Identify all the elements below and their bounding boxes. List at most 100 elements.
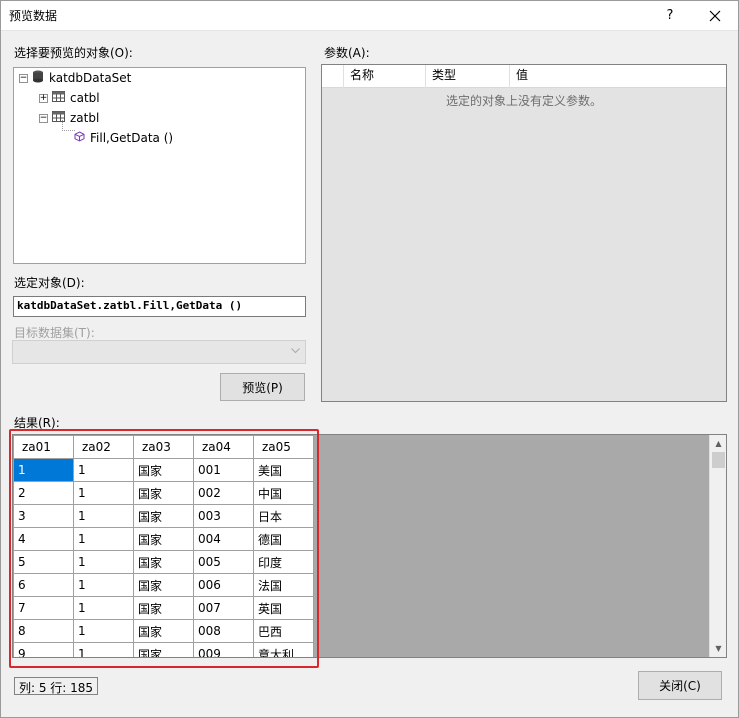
- table-row[interactable]: 1 1 国家 001 美国: [13, 458, 314, 482]
- table-cell[interactable]: 1: [13, 458, 74, 482]
- table-cell[interactable]: 1: [73, 481, 134, 505]
- expand-icon[interactable]: +: [39, 93, 48, 103]
- param-col-value[interactable]: 值: [510, 65, 726, 88]
- table-cell[interactable]: 003: [193, 504, 254, 528]
- title-bar: 预览数据 ?: [0, 0, 739, 31]
- scroll-up-icon[interactable]: ▲: [710, 435, 726, 452]
- tree-root-label: katdbDataSet: [49, 71, 132, 85]
- table-cell[interactable]: 009: [193, 642, 254, 657]
- table-cell[interactable]: 中国: [253, 481, 314, 505]
- tree-item-label: catbl: [70, 91, 100, 105]
- table-cell[interactable]: 002: [193, 481, 254, 505]
- table-cell[interactable]: 005: [193, 550, 254, 574]
- results-label: 结果(R):: [14, 416, 60, 430]
- column-header[interactable]: za01: [13, 435, 74, 459]
- target-dataset-label: 目标数据集(T):: [14, 326, 95, 340]
- collapse-icon[interactable]: −: [39, 113, 48, 123]
- results-table[interactable]: za01 za02 za03 za04 za05 1 1 国家 001 美国 2 1 国家 00…: [13, 435, 314, 657]
- table-cell[interactable]: 5: [13, 550, 74, 574]
- table-cell[interactable]: 日本: [253, 504, 314, 528]
- object-tree[interactable]: − katdbDataSet + catbl − zatbl Fill,GetD…: [13, 67, 306, 264]
- tree-node-root[interactable]: − katdbDataSet: [19, 69, 131, 87]
- selected-object-field[interactable]: katdbDataSet.zatbl.Fill,GetData (): [13, 296, 306, 317]
- table-cell[interactable]: 国家: [133, 619, 194, 643]
- table-cell[interactable]: 007: [193, 596, 254, 620]
- table-cell[interactable]: 001: [193, 458, 254, 482]
- table-cell[interactable]: 国家: [133, 504, 194, 528]
- tree-item-label: Fill,GetData (): [90, 131, 174, 145]
- param-col-type[interactable]: 类型: [426, 65, 510, 88]
- preview-button[interactable]: 预览(P): [220, 373, 305, 401]
- column-header[interactable]: za02: [73, 435, 134, 459]
- table-row[interactable]: 7 1 国家 007 英国: [13, 596, 314, 620]
- selected-object-label: 选定对象(D):: [14, 276, 85, 290]
- chevron-down-icon: [291, 346, 300, 357]
- parameters-label: 参数(A):: [324, 46, 370, 60]
- table-row[interactable]: 9 1 国家 009 意大利: [13, 642, 314, 657]
- table-cell[interactable]: 004: [193, 527, 254, 551]
- table-cell[interactable]: 国家: [133, 458, 194, 482]
- table-cell[interactable]: 1: [73, 642, 134, 657]
- table-cell[interactable]: 1: [73, 504, 134, 528]
- help-button[interactable]: ?: [655, 0, 685, 31]
- table-cell[interactable]: 1: [73, 619, 134, 643]
- table-cell[interactable]: 德国: [253, 527, 314, 551]
- tree-node-catbl[interactable]: + catbl: [39, 89, 100, 107]
- table-cell[interactable]: 法国: [253, 573, 314, 597]
- table-cell[interactable]: 1: [73, 458, 134, 482]
- table-cell[interactable]: 3: [13, 504, 74, 528]
- scroll-down-icon[interactable]: ▼: [710, 640, 726, 657]
- object-picker-label: 选择要预览的对象(O):: [14, 46, 133, 60]
- table-cell[interactable]: 国家: [133, 642, 194, 657]
- close-button[interactable]: 关闭(C): [638, 671, 722, 700]
- column-header[interactable]: za03: [133, 435, 194, 459]
- table-cell[interactable]: 国家: [133, 550, 194, 574]
- table-cell[interactable]: 8: [13, 619, 74, 643]
- vertical-scrollbar[interactable]: ▲ ▼: [709, 435, 726, 657]
- column-header[interactable]: za04: [193, 435, 254, 459]
- table-cell[interactable]: 008: [193, 619, 254, 643]
- table-row[interactable]: 6 1 国家 006 法国: [13, 573, 314, 597]
- table-cell[interactable]: 1: [73, 550, 134, 574]
- table-cell[interactable]: 1: [73, 573, 134, 597]
- table-cell[interactable]: 国家: [133, 527, 194, 551]
- table-cell[interactable]: 1: [73, 596, 134, 620]
- table-cell[interactable]: 美国: [253, 458, 314, 482]
- table-cell[interactable]: 印度: [253, 550, 314, 574]
- scroll-thumb[interactable]: [712, 452, 725, 468]
- table-cell[interactable]: 2: [13, 481, 74, 505]
- tree-node-fill-getdata[interactable]: Fill,GetData (): [74, 129, 173, 147]
- target-dataset-select[interactable]: [12, 340, 306, 364]
- table-cell[interactable]: 1: [73, 527, 134, 551]
- window-title: 预览数据: [9, 9, 58, 23]
- table-row[interactable]: 3 1 国家 003 日本: [13, 504, 314, 528]
- table-icon: [52, 91, 65, 105]
- close-icon[interactable]: [700, 0, 730, 31]
- param-col-name[interactable]: 名称: [344, 65, 426, 88]
- column-header[interactable]: za05: [253, 435, 314, 459]
- table-cell[interactable]: 巴西: [253, 619, 314, 643]
- table-cell[interactable]: 英国: [253, 596, 314, 620]
- results-grid[interactable]: za01 za02 za03 za04 za05 1 1 国家 001 美国 2 1 国家 00…: [12, 434, 727, 658]
- table-cell[interactable]: 国家: [133, 573, 194, 597]
- parameters-header: 名称 类型 值: [322, 65, 726, 88]
- table-cell[interactable]: 4: [13, 527, 74, 551]
- table-row[interactable]: 8 1 国家 008 巴西: [13, 619, 314, 643]
- method-icon: [74, 131, 85, 145]
- table-cell[interactable]: 7: [13, 596, 74, 620]
- table-cell[interactable]: 国家: [133, 481, 194, 505]
- table-row[interactable]: 4 1 国家 004 德国: [13, 527, 314, 551]
- results-header-row: za01 za02 za03 za04 za05: [13, 435, 314, 459]
- table-cell[interactable]: 意大利: [253, 642, 314, 657]
- database-icon: [32, 70, 44, 86]
- table-cell[interactable]: 9: [13, 642, 74, 657]
- collapse-icon[interactable]: −: [19, 73, 28, 83]
- parameters-empty-message: 选定的对象上没有定义参数。: [445, 94, 602, 108]
- table-cell[interactable]: 006: [193, 573, 254, 597]
- table-row[interactable]: 2 1 国家 002 中国: [13, 481, 314, 505]
- row-header-cell: [322, 65, 344, 88]
- parameters-grid[interactable]: 名称 类型 值 选定的对象上没有定义参数。: [321, 64, 727, 402]
- table-cell[interactable]: 国家: [133, 596, 194, 620]
- table-cell[interactable]: 6: [13, 573, 74, 597]
- table-row[interactable]: 5 1 国家 005 印度: [13, 550, 314, 574]
